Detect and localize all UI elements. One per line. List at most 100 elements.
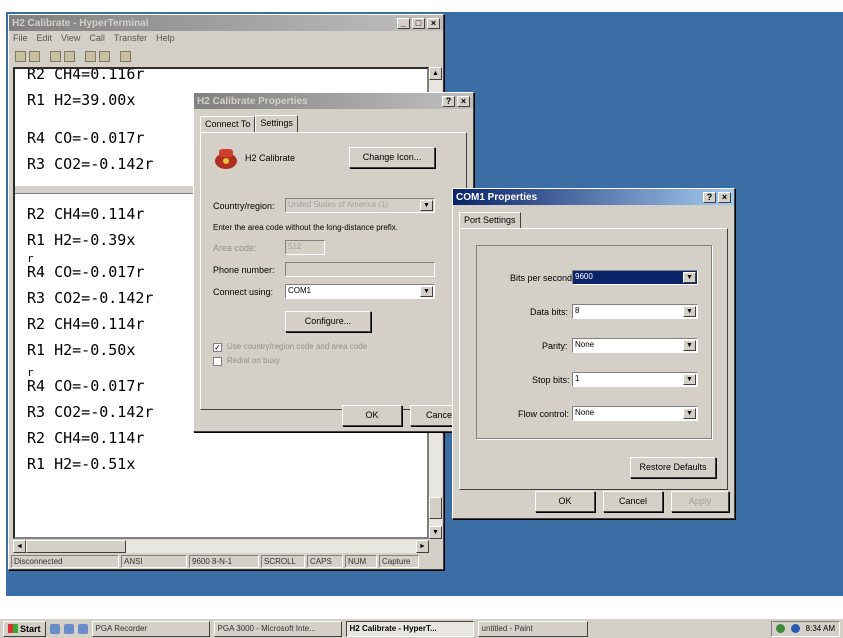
com-titlebar[interactable]: COM1 Properties ? ×	[453, 189, 734, 205]
stop-bits-select[interactable]: 1 ▼	[572, 372, 698, 387]
data-bits-select[interactable]: 8 ▼	[572, 304, 698, 319]
task-pga-browser[interactable]: PGA 3000 - Microsoft Inte...	[213, 620, 342, 637]
send-icon[interactable]	[85, 50, 96, 62]
terminal-line: R3 CO2=-0.142r	[27, 289, 154, 307]
horizontal-scrollbar[interactable]: ◄ ►	[13, 540, 429, 553]
apply-button[interactable]: Apply	[671, 491, 729, 512]
receive-icon[interactable]	[99, 50, 110, 62]
properties-titlebar[interactable]: H2 Calibrate Properties ? ×	[194, 93, 473, 109]
status-connection: Disconnected	[11, 555, 119, 568]
country-select: United States of America (1) ▼	[285, 198, 435, 213]
tab-connect-to[interactable]: Connect To	[200, 116, 256, 133]
status-emulation: ANSI	[121, 555, 187, 568]
scroll-up-icon[interactable]: ▲	[429, 67, 442, 80]
chevron-down-icon: ▼	[683, 374, 696, 385]
close-button[interactable]: ×	[427, 17, 440, 29]
terminal-line: R2 CH4=0.114r	[27, 429, 145, 447]
connect-to-panel: H2 Calibrate Change Icon... Country/regi…	[200, 132, 467, 410]
change-icon-button[interactable]: Change Icon...	[349, 147, 435, 168]
desktop-band-left	[0, 0, 6, 600]
status-bar: Disconnected ANSI 9600 8-N-1 SCROLL CAPS…	[11, 555, 441, 568]
scroll-left-icon[interactable]: ◄	[13, 540, 26, 553]
scroll-down-icon[interactable]: ▼	[429, 526, 442, 539]
ok-button[interactable]: OK	[535, 491, 595, 512]
chevron-down-icon: ▼	[420, 200, 433, 211]
taskbar: Start PGA Recorder PGA 3000 - Microsoft …	[0, 618, 843, 638]
instructions-text: Enter the area code without the long-dis…	[213, 223, 398, 232]
status-num: NUM	[345, 555, 377, 568]
connect-using-label: Connect using:	[213, 287, 274, 297]
scroll-thumb[interactable]	[429, 497, 442, 519]
chevron-down-icon: ▼	[683, 306, 696, 317]
redial-checkbox	[213, 357, 222, 366]
security-icon[interactable]	[790, 624, 800, 633]
toolbar	[9, 48, 443, 64]
desktop-icon[interactable]	[49, 623, 60, 634]
task-h2-calibrate[interactable]: H2 Calibrate - HyperT...	[345, 620, 474, 637]
disconnect-icon[interactable]	[64, 50, 75, 62]
parity-select[interactable]: None ▼	[572, 338, 698, 353]
help-button[interactable]: ?	[442, 95, 455, 107]
scroll-right-icon[interactable]: ►	[416, 540, 429, 553]
cancel-button[interactable]: Cancel	[603, 491, 663, 512]
phone-icon	[215, 149, 237, 169]
start-button[interactable]: Start	[3, 620, 46, 637]
chevron-down-icon: ▼	[683, 340, 696, 351]
chevron-down-icon: ▼	[420, 286, 433, 297]
properties-icon[interactable]	[120, 50, 131, 62]
flow-control-select[interactable]: None ▼	[572, 406, 698, 421]
tab-port-settings[interactable]: Port Settings	[459, 212, 521, 229]
network-icon[interactable]	[775, 624, 785, 633]
task-pga-recorder[interactable]: PGA Recorder	[91, 620, 210, 637]
close-button[interactable]: ×	[718, 191, 731, 203]
terminal-line: R4 CO=-0.017r	[27, 377, 145, 395]
redial-label: Redial on busy	[227, 356, 280, 365]
folder-icon[interactable]	[77, 623, 88, 634]
help-button[interactable]: ?	[703, 191, 716, 203]
chevron-down-icon: ▼	[683, 408, 696, 419]
desktop-band-bottom	[0, 596, 843, 618]
menu-transfer[interactable]: Transfer	[114, 33, 147, 46]
tab-settings[interactable]: Settings	[255, 115, 298, 132]
connection-name: H2 Calibrate	[245, 153, 296, 163]
menu-help[interactable]: Help	[156, 33, 175, 46]
close-button[interactable]: ×	[457, 95, 470, 107]
terminal-line: R2 CH4=0.116r	[27, 67, 145, 83]
bits-per-second-label: Bits per second:	[510, 273, 575, 283]
properties-tabs: Connect To Settings	[200, 115, 467, 133]
hscroll-thumb[interactable]	[26, 540, 126, 553]
stop-bits-label: Stop bits:	[532, 375, 570, 385]
status-port-settings: 9600 8-N-1	[189, 555, 259, 568]
use-country-code-label: Use country/region code and area code	[227, 342, 368, 351]
terminal-line: R4 CO=-0.017r	[27, 129, 145, 147]
task-paint[interactable]: untitled - Paint	[477, 620, 588, 637]
terminal-line: R1 H2=-0.51x	[27, 455, 136, 473]
desktop-band-top	[0, 0, 843, 12]
system-tray: 8:34 AM	[770, 620, 840, 637]
use-country-code-checkbox: ✓	[213, 343, 222, 352]
new-icon[interactable]	[15, 50, 26, 62]
hyperterminal-titlebar[interactable]: H2 Calibrate - HyperTerminal _ □ ×	[9, 15, 443, 31]
hyperterminal-title: H2 Calibrate - HyperTerminal	[12, 17, 149, 29]
chevron-down-icon: ▼	[683, 272, 696, 283]
menu-edit[interactable]: Edit	[37, 33, 53, 46]
terminal-line: R1 H2=39.00x	[27, 91, 136, 109]
browser-icon[interactable]	[63, 623, 74, 634]
terminal-line: R4 CO=-0.017r	[27, 263, 145, 281]
bits-per-second-select[interactable]: 9600 ▼	[572, 270, 698, 285]
configure-button[interactable]: Configure...	[285, 311, 371, 332]
maximize-button[interactable]: □	[412, 17, 425, 29]
country-label: Country/region:	[213, 201, 275, 211]
port-settings-panel: Bits per second: 9600 ▼ Data bits: 8 ▼ Par…	[459, 228, 728, 490]
open-icon[interactable]	[29, 50, 40, 62]
terminal-line: R2 CH4=0.114r	[27, 315, 145, 333]
connect-using-select[interactable]: COM1 ▼	[285, 284, 435, 299]
clock[interactable]: 8:34 AM	[806, 624, 835, 633]
menu-call[interactable]: Call	[89, 33, 105, 46]
menu-view[interactable]: View	[61, 33, 80, 46]
menu-file[interactable]: File	[13, 33, 28, 46]
restore-defaults-button[interactable]: Restore Defaults	[630, 457, 716, 478]
minimize-button[interactable]: _	[397, 17, 410, 29]
ok-button[interactable]: OK	[342, 405, 402, 426]
call-icon[interactable]	[50, 50, 61, 62]
